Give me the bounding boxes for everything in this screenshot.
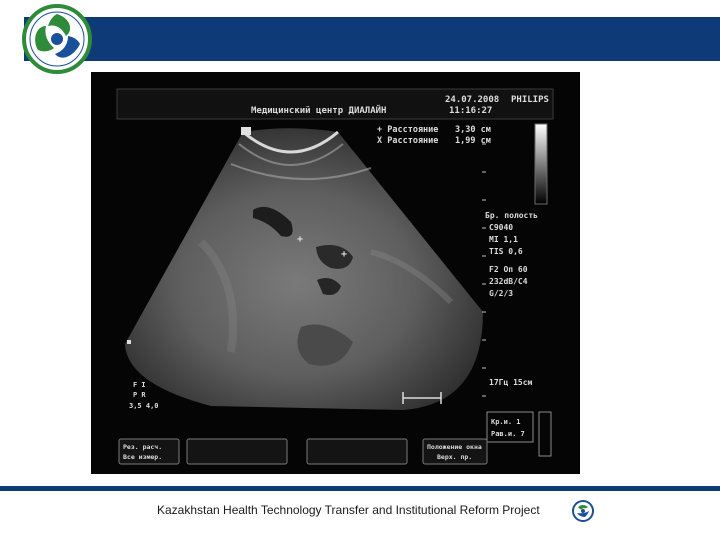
footer-project-title: Kazakhstan Health Technology Transfer an… <box>157 503 540 517</box>
us-header-title: Медицинский центр ДИАЛАЙН <box>251 104 386 116</box>
measurement-2-value: 1,99 см <box>455 136 491 146</box>
us-button-1-line1: Рез. расч. <box>123 443 162 451</box>
left-scale-2: P R <box>133 391 146 399</box>
grayscale-bar <box>534 123 548 205</box>
footer-divider <box>0 486 720 491</box>
us-brand: PHILIPS <box>511 95 549 105</box>
us-time: 11:16:27 <box>449 106 492 116</box>
setting-4: TIS 0,6 <box>489 247 523 256</box>
setting-1: Бр. полость <box>485 211 538 220</box>
scan-sector <box>125 128 483 410</box>
header-bar <box>24 17 720 61</box>
left-scale-1: F I <box>133 381 146 389</box>
svg-text:+: + <box>297 234 303 245</box>
footer: Kazakhstan Health Technology Transfer an… <box>0 499 720 523</box>
us-date: 24.07.2008 <box>445 95 499 105</box>
ultrasound-image: Медицинский центр ДИАЛАЙН 24.07.2008 11:… <box>91 72 580 474</box>
setting-5: F2 Оп 60 <box>489 265 528 274</box>
setting-7: G/2/3 <box>489 289 513 298</box>
us-button-4-line1: Положение окна <box>427 443 482 451</box>
right-box-2: Рав.и. 7 <box>491 430 525 438</box>
right-box-1: Кр.и. 1 <box>491 418 521 426</box>
setting-2: C9040 <box>489 223 513 232</box>
freq-depth: 17Гц 15см <box>489 378 533 387</box>
us-button-4-line2: Верх. пр. <box>437 453 472 461</box>
setting-6: 232dB/C4 <box>489 277 528 286</box>
left-scale-3: 3,5 4,0 <box>129 402 159 410</box>
svg-text:+: + <box>341 249 347 260</box>
organization-logo <box>22 4 92 74</box>
us-button-1-line2: Все измер. <box>123 453 162 461</box>
measurement-1-value: 3,30 см <box>455 125 491 135</box>
globe-logo-icon <box>570 499 596 523</box>
measurement-1-label: + Расстояние <box>377 125 438 135</box>
measurement-2-label: X Расстояние <box>377 136 438 146</box>
setting-3: MI 1,1 <box>489 235 518 244</box>
